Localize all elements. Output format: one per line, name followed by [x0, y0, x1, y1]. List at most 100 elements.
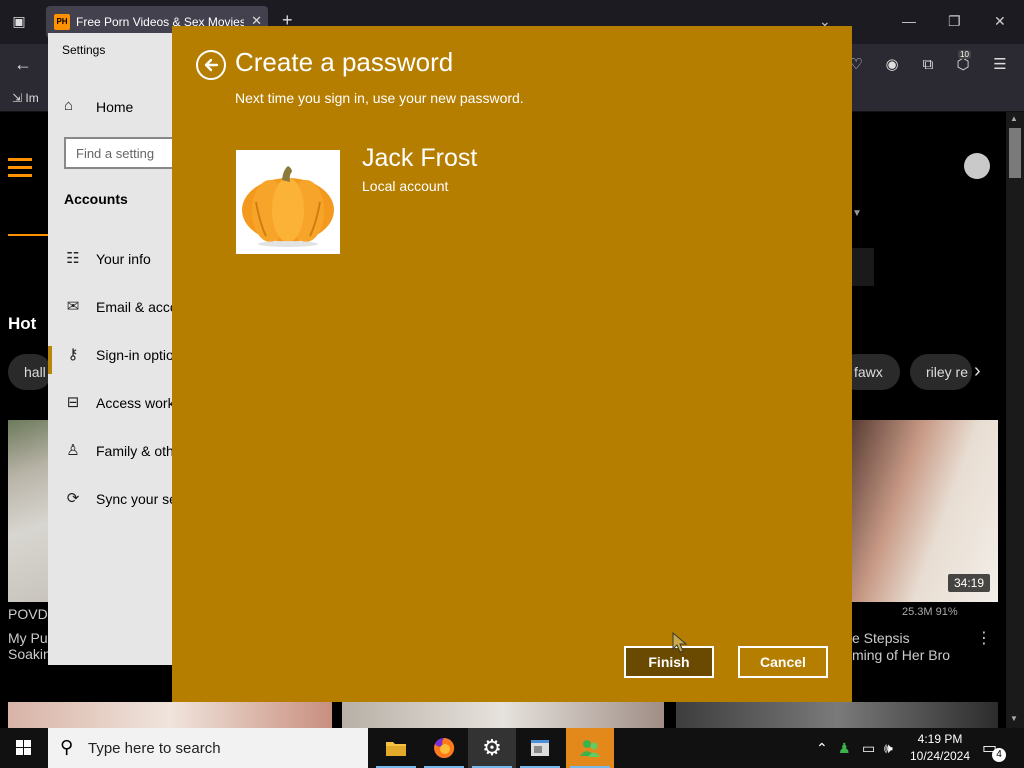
settings-search-placeholder: Find a setting: [76, 146, 155, 161]
back-arrow-button[interactable]: [196, 50, 226, 80]
gear-icon: ⚙: [482, 735, 502, 760]
extensions-icon[interactable]: ⧉: [918, 55, 938, 75]
folder-icon: [386, 742, 406, 756]
settings-item-sync[interactable]: ⟳ Sync your se: [62, 487, 174, 511]
taskbar-firefox[interactable]: [420, 728, 468, 768]
video-channel[interactable]: POVD: [8, 606, 48, 622]
settings-search-input[interactable]: Find a setting: [64, 137, 174, 169]
search-icon: ⚲: [60, 737, 74, 757]
video-thumbnail[interactable]: [8, 702, 332, 728]
tag-pill[interactable]: riley re: [910, 354, 972, 390]
tray-overflow-chevron-icon[interactable]: ⌃: [816, 738, 828, 758]
video-thumbnail[interactable]: [342, 702, 664, 728]
video-thumbnail[interactable]: [8, 420, 48, 602]
settings-home-label: Home: [96, 99, 134, 115]
taskbar-clock[interactable]: 4:19 PM 10/24/2024: [906, 731, 974, 765]
extension-badge: 10: [958, 50, 971, 59]
video-thumbnail[interactable]: [676, 702, 998, 728]
settings-item-sign-in[interactable]: ⚷ Sign-in optio: [62, 343, 174, 367]
hot-heading: Hot: [8, 314, 37, 333]
sync-icon: ⟳: [66, 490, 80, 507]
tag-pill[interactable]: hall: [8, 354, 52, 390]
clock-date: 10/24/2024: [909, 749, 971, 763]
nav-underline: [8, 234, 48, 236]
settings-home[interactable]: ⌂ Home: [62, 95, 174, 119]
back-arrow-icon: [204, 58, 219, 72]
settings-window: Settings ⌂ Home Find a setting Accounts …: [48, 33, 174, 665]
settings-item-label: Sign-in optio: [96, 347, 174, 363]
settings-item-label: Sync your se: [96, 491, 174, 507]
desktop-screen: ▣ PH Free Porn Videos & Sex Movies ✕ + ⌄…: [0, 0, 1024, 768]
network-icon[interactable]: ▭: [862, 738, 875, 758]
minimize-button[interactable]: —: [902, 12, 916, 30]
active-item-indicator: [48, 346, 52, 374]
settings-item-label: Your info: [96, 251, 151, 267]
firefox-icon: [434, 737, 455, 758]
account-type: Local account: [362, 178, 449, 194]
taskbar-search-box[interactable]: ⚲ Type here to search: [48, 728, 368, 768]
key-icon: ⚷: [67, 346, 79, 363]
taskbar-settings[interactable]: ⚙: [468, 728, 516, 768]
settings-item-label: Family & oth: [96, 443, 174, 459]
settings-item-label: Access work: [96, 395, 174, 411]
taskbar-search-placeholder: Type here to search: [88, 740, 221, 757]
back-button[interactable]: ←: [14, 54, 32, 74]
taskbar-user-accounts[interactable]: [566, 728, 614, 768]
taskbar: ⚲ Type here to search ⚙ ⌃ ♟ ▭ 🕪 4:19 PM …: [0, 728, 1024, 768]
menu-icon[interactable]: ☰: [990, 55, 1010, 75]
site-user-icon[interactable]: [964, 153, 990, 179]
video-title-line[interactable]: My Pu: [8, 630, 48, 646]
dropdown-chevron-icon[interactable]: ▼: [852, 208, 862, 219]
more-options-icon[interactable]: ⋮: [976, 628, 992, 648]
settings-item-access-work[interactable]: ⊟ Access work: [62, 391, 174, 415]
user-avatar: [236, 150, 340, 254]
notification-count-badge: 4: [992, 748, 1006, 762]
pumpkin-icon: [242, 166, 334, 247]
windows-logo-icon: [16, 740, 31, 755]
chevron-right-icon[interactable]: ›: [974, 360, 981, 383]
site-favicon-icon: PH: [54, 14, 70, 30]
user-name: Jack Frost: [362, 144, 478, 172]
create-password-dialog: Create a password Next time you sign in,…: [172, 26, 852, 702]
bookmark-import[interactable]: ⇲ Im: [12, 91, 39, 105]
scroll-down-icon[interactable]: ▼: [1010, 714, 1018, 723]
taskbar-app-window[interactable]: [516, 728, 564, 768]
settings-title: Settings: [62, 43, 106, 57]
settings-section-heading: Accounts: [64, 191, 128, 207]
users-icon: [580, 740, 600, 757]
video-title-line[interactable]: ming of Her Bro: [852, 647, 950, 663]
taskbar-file-explorer[interactable]: [372, 728, 420, 768]
cancel-button[interactable]: Cancel: [738, 646, 828, 678]
window-app-icon: [531, 740, 549, 756]
finish-button[interactable]: Finish: [624, 646, 714, 678]
video-title-line[interactable]: e Stepsis: [852, 630, 910, 646]
site-menu-icon[interactable]: [8, 158, 32, 182]
start-button[interactable]: [0, 728, 48, 768]
video-title-line[interactable]: Soakin: [8, 646, 51, 662]
close-window-button[interactable]: ✕: [994, 12, 1006, 30]
mouse-cursor-icon: [672, 632, 688, 653]
scroll-up-icon[interactable]: ▲: [1010, 114, 1018, 123]
video-duration: 34:19: [948, 574, 991, 592]
account-icon[interactable]: ◉: [882, 55, 902, 75]
family-icon: ♙: [66, 442, 80, 459]
settings-item-email[interactable]: ✉ Email & acco: [62, 295, 174, 319]
bookmark-label: Im: [25, 91, 39, 105]
briefcase-icon: ⊟: [66, 394, 80, 411]
settings-item-label: Email & acco: [96, 299, 174, 315]
email-icon: ✉: [66, 298, 80, 315]
dialog-subtitle: Next time you sign in, use your new pass…: [235, 90, 524, 106]
video-stats: 25.3M 91%: [902, 606, 958, 618]
settings-item-family[interactable]: ♙ Family & oth: [62, 439, 174, 463]
page-scrollbar[interactable]: ▲ ▼: [1006, 112, 1024, 728]
settings-item-your-info[interactable]: ☷ Your info: [62, 247, 174, 271]
person-list-icon: ☷: [66, 250, 80, 267]
tab-list-icon[interactable]: ▣: [10, 12, 28, 30]
tray-user-icon[interactable]: ♟: [838, 738, 851, 758]
volume-icon[interactable]: 🕪: [884, 738, 893, 758]
clock-time: 4:19 PM: [917, 732, 963, 746]
dialog-title: Create a password: [235, 47, 454, 77]
restore-button[interactable]: ❐: [948, 12, 961, 30]
site-search-box[interactable]: [852, 248, 874, 286]
scroll-thumb[interactable]: [1009, 128, 1021, 178]
